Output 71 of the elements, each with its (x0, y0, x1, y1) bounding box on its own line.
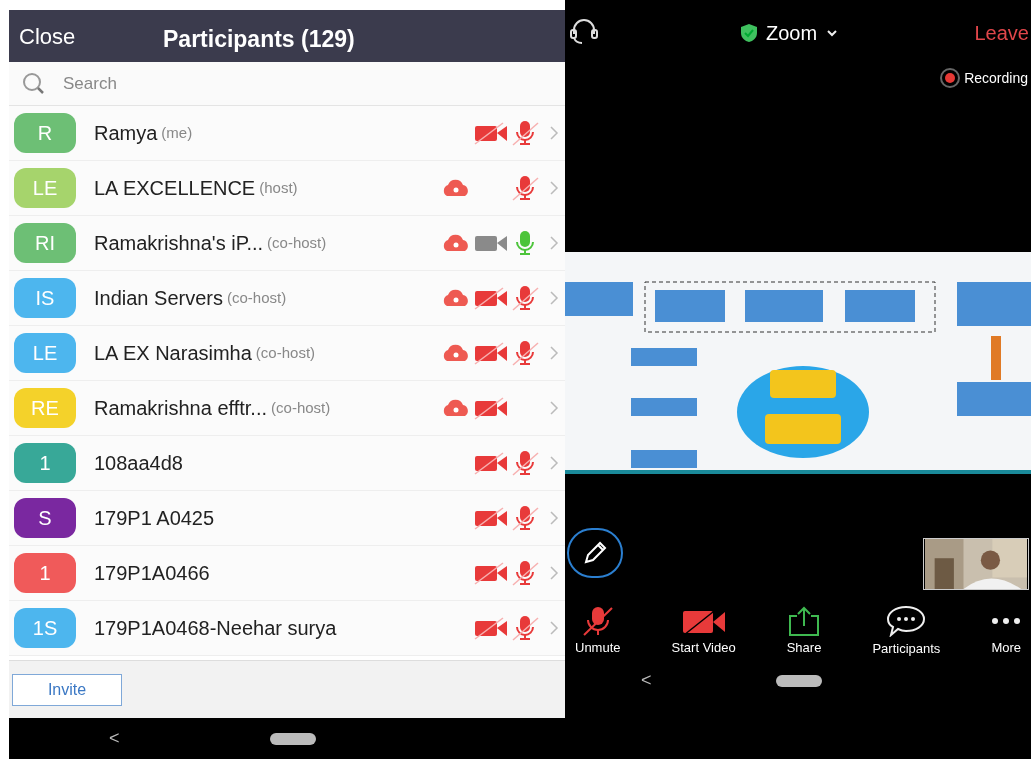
home-button[interactable] (775, 674, 822, 687)
avatar: LE (14, 333, 76, 373)
participant-row[interactable]: IS Indian Servers (co-host) (9, 271, 565, 326)
participant-name: Ramakrishna's iP... (94, 231, 264, 256)
role-label: (co-host) (255, 342, 316, 363)
role-label: (co-host) (226, 287, 287, 308)
chevron-right-icon (549, 235, 559, 251)
share-icon (787, 606, 822, 637)
avatar: 1S (14, 608, 76, 648)
participant-name: 179P1 A0425 (94, 506, 215, 531)
participant-row[interactable]: R Ramya (me) (9, 106, 565, 161)
participant-row[interactable]: LE LA EX Narasimha (co-host) (9, 326, 565, 381)
chevron-right-icon (549, 510, 559, 526)
participant-name: Indian Servers (94, 286, 223, 311)
role-label: (me) (161, 122, 193, 143)
avatar: 1 (14, 553, 76, 593)
back-button[interactable]: < (641, 667, 652, 694)
search-bar[interactable]: Search (9, 62, 565, 106)
participant-row[interactable]: 1 108aa4d8 (9, 436, 565, 491)
chevron-right-icon (549, 400, 559, 416)
role-label: (co-host) (271, 397, 331, 418)
participant-row[interactable]: LE LA EXCELLENCE (host) (9, 161, 565, 216)
participant-row[interactable]: S 179P1 A0425 (9, 491, 565, 546)
chevron-right-icon (549, 125, 559, 141)
chevron-right-icon (549, 290, 559, 306)
toolbar-button[interactable]: Start Video (671, 606, 736, 658)
participant-row[interactable]: RE Ramakrishna efftr... (co-host) (9, 381, 565, 436)
panel-title: Participants (129) (163, 25, 355, 54)
chevron-right-icon (549, 455, 559, 471)
participant-name: LA EX Narasimha (94, 341, 252, 366)
home-button[interactable] (269, 732, 316, 745)
close-button[interactable]: Close (19, 19, 76, 53)
headset-icon[interactable] (567, 16, 601, 46)
search-field[interactable]: Search (63, 70, 363, 97)
toolbar-button[interactable]: More (991, 606, 1021, 658)
leave-button[interactable]: Leave (974, 18, 1029, 48)
participant-row[interactable]: 1 179P1A0466 (9, 546, 565, 601)
chevron-right-icon (549, 180, 559, 196)
participant-row[interactable]: RI Ramakrishna's iP... (co-host) (9, 216, 565, 271)
toolbar-button[interactable]: Share (786, 606, 822, 658)
participant-name: Ramya (94, 121, 158, 146)
participant-name: Ramakrishna efftr... (94, 396, 268, 421)
toolbar-button[interactable]: Participants (872, 605, 941, 659)
more-icon (992, 618, 1021, 625)
role-label: (co-host) (267, 232, 327, 253)
chevron-icon (825, 28, 840, 38)
participant-name: 108aa4d8 (94, 451, 183, 476)
chat-icon (886, 605, 927, 638)
meeting-title[interactable]: Zoom (766, 18, 818, 48)
avatar: 1 (14, 443, 76, 483)
recording-indicator-icon (940, 68, 961, 88)
back-button[interactable]: < (109, 725, 120, 752)
chevron-right-icon (549, 565, 559, 581)
participant-row[interactable]: 1S 179P1A0468-Neehar surya (9, 601, 565, 656)
avatar: LE (14, 168, 76, 208)
role-label: (host) (259, 177, 298, 198)
chevron-right-icon (549, 345, 559, 361)
avatar: S (14, 498, 76, 538)
avatar: RE (14, 388, 76, 428)
avatar: RI (14, 223, 76, 263)
invite-button[interactable]: Invite (12, 673, 122, 706)
avatar: IS (14, 278, 76, 318)
chevron-right-icon (549, 620, 559, 636)
avatar: R (14, 113, 76, 153)
toolbar-button[interactable]: Unmute (575, 606, 621, 658)
participant-name: 179P1A0466 (94, 561, 210, 586)
annotate-button[interactable] (567, 528, 623, 578)
participant-name: 179P1A0468-Neehar surya (94, 616, 337, 641)
recording-label: Recording (964, 68, 1028, 88)
participant-name: LA EXCELLENCE (94, 176, 256, 201)
shield-icon (740, 23, 758, 43)
